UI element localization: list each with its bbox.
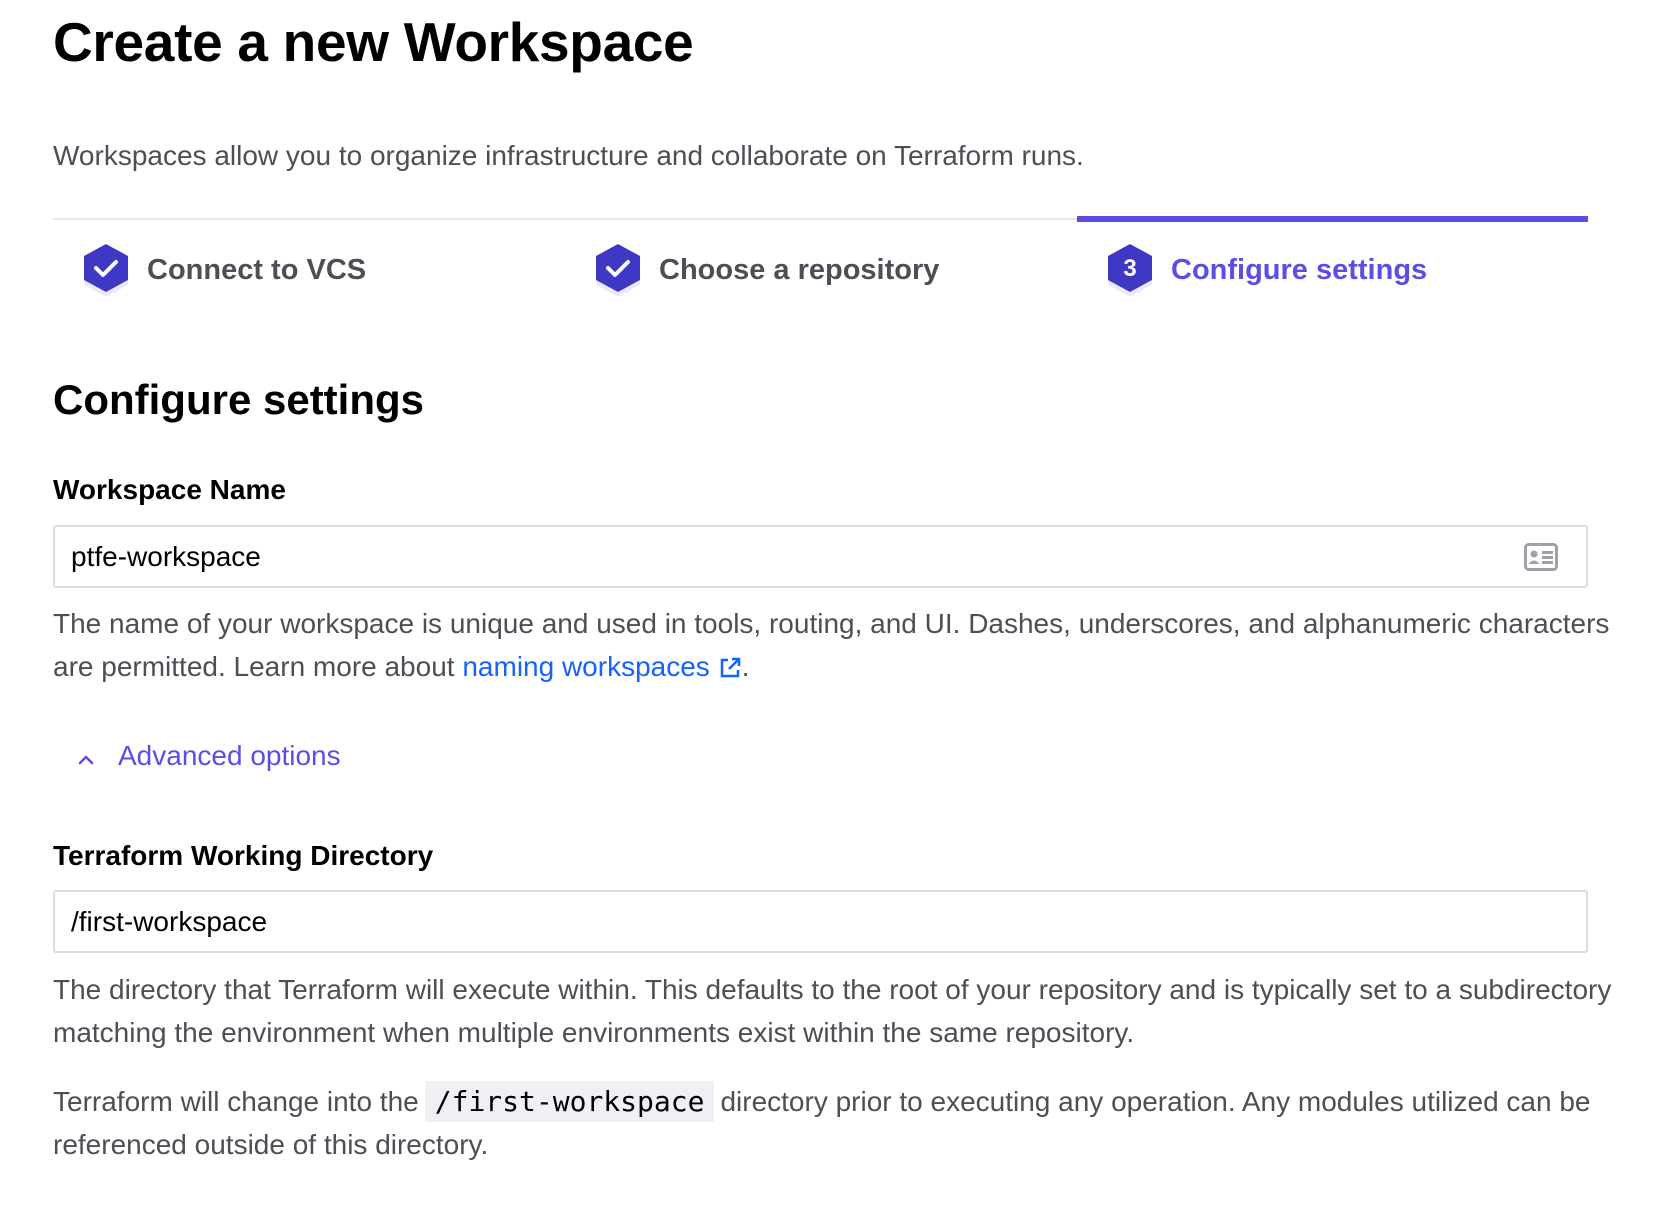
naming-workspaces-link-text: naming workspaces — [462, 651, 710, 682]
step-connect-to-vcs[interactable]: Connect to VCS — [81, 242, 366, 298]
step-label-configure-settings: Configure settings — [1171, 253, 1428, 286]
contact-card-icon[interactable] — [1524, 543, 1558, 578]
section-title: Configure settings — [53, 376, 425, 423]
workspace-name-value: ptfe-workspace — [71, 540, 261, 572]
working-directory-value: /first-workspace — [71, 905, 268, 937]
workspace-name-help-text: The name of your workspace is unique and… — [53, 608, 1610, 682]
step-number-hexagon-icon: 3 — [1105, 242, 1155, 298]
working-directory-label: Terraform Working Directory — [53, 840, 434, 871]
workspace-name-help: The name of your workspace is unique and… — [53, 602, 1613, 692]
wizard-steps: Connect to VCS Choose a repository 3 Con… — [53, 216, 1588, 308]
page-title: Create a new Workspace — [53, 11, 694, 73]
step-complete-check-icon — [81, 242, 131, 298]
working-directory-code: /first-workspace — [424, 1081, 715, 1122]
advanced-options-toggle[interactable]: Advanced options — [78, 740, 341, 772]
active-step-indicator — [1077, 216, 1588, 222]
workspace-name-help-suffix: . — [741, 651, 750, 682]
workspace-name-input[interactable]: ptfe-workspace — [53, 525, 1588, 588]
step-configure-settings[interactable]: 3 Configure settings — [1105, 242, 1427, 298]
step-number: 3 — [1123, 255, 1137, 282]
step-label-choose-repository: Choose a repository — [659, 253, 940, 286]
step-complete-check-icon — [593, 242, 643, 298]
advanced-options-label: Advanced options — [118, 740, 341, 771]
page-subtitle: Workspaces allow you to organize infrast… — [53, 140, 1084, 171]
step-label-connect-to-vcs: Connect to VCS — [147, 253, 367, 286]
working-directory-help: The directory that Terraform will execut… — [53, 974, 1612, 1048]
chevron-up-icon — [78, 740, 94, 772]
workspace-name-label: Workspace Name — [53, 474, 286, 505]
naming-workspaces-link[interactable]: naming workspaces — [462, 651, 741, 682]
step-choose-repository[interactable]: Choose a repository — [593, 242, 939, 298]
working-directory-input[interactable]: /first-workspace — [53, 890, 1588, 953]
working-directory-change-note: Terraform will change into the/first-wor… — [53, 1080, 1613, 1166]
external-link-icon — [718, 649, 742, 692]
change-note-prefix: Terraform will change into the — [53, 1086, 419, 1117]
